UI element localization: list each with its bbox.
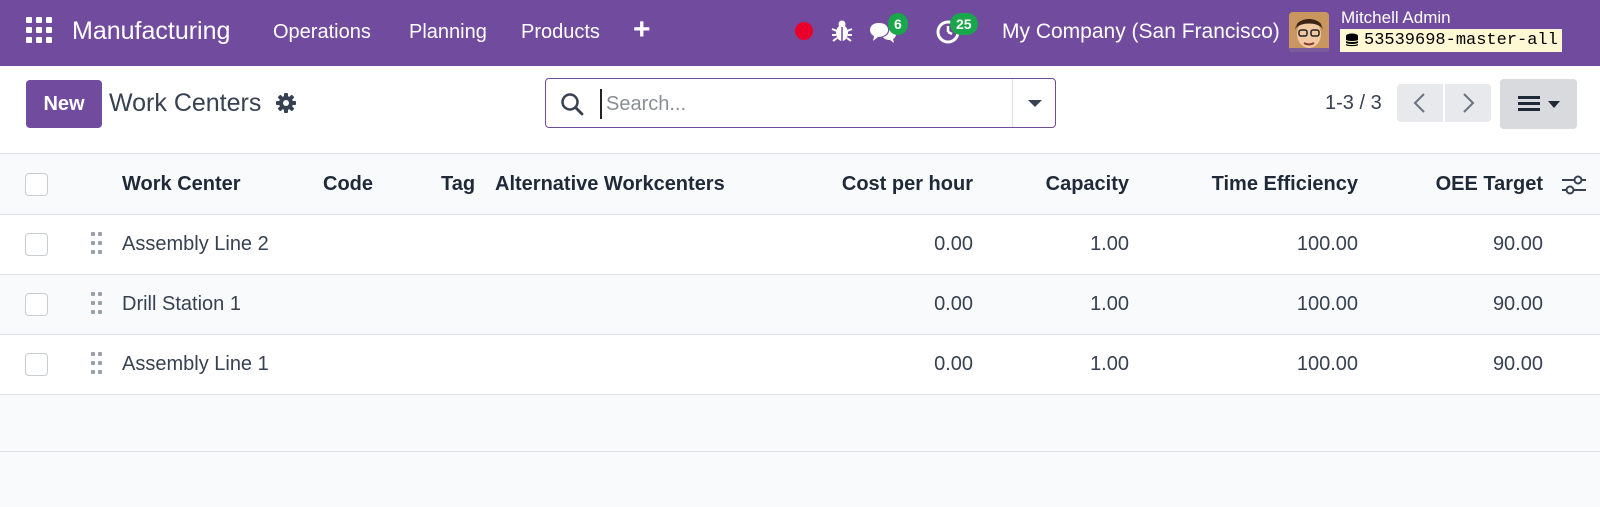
cell-work-center: Assembly Line 2 — [122, 233, 269, 255]
drag-handle-icon[interactable] — [91, 232, 103, 256]
pager-previous-button[interactable] — [1397, 84, 1443, 122]
search-options-toggle[interactable] — [1012, 79, 1055, 127]
record-dot-icon[interactable] — [795, 22, 813, 40]
column-header-capacity[interactable]: Capacity — [990, 155, 1129, 214]
cell-work-center: Drill Station 1 — [122, 293, 241, 315]
menu-planning[interactable]: Planning — [409, 19, 487, 45]
pager-next-button[interactable] — [1445, 84, 1491, 122]
column-header-alternative-workcenters[interactable]: Alternative Workcenters — [495, 155, 725, 214]
new-button[interactable]: New — [26, 80, 102, 128]
optional-columns-icon[interactable] — [1562, 174, 1586, 196]
row-checkbox[interactable] — [25, 233, 48, 256]
cell-oee-target: 90.00 — [1492, 293, 1543, 315]
avatar[interactable] — [1289, 12, 1329, 52]
cell-time-efficiency: 100.00 — [1296, 353, 1358, 375]
activity-count-badge: 25 — [950, 13, 978, 35]
page-title: Work Centers — [109, 89, 262, 117]
app-name[interactable]: Manufacturing — [72, 15, 230, 47]
cell-capacity: 1.00 — [1090, 233, 1129, 255]
column-header-time-efficiency[interactable]: Time Efficiency — [1150, 155, 1358, 214]
cell-work-center: Assembly Line 1 — [122, 353, 269, 375]
column-header-cost-per-hour[interactable]: Cost per hour — [740, 155, 973, 214]
user-name[interactable]: Mitchell Admin — [1341, 8, 1451, 28]
column-header-tag[interactable]: Tag — [441, 155, 475, 214]
database-icon — [1345, 33, 1359, 47]
table-row[interactable]: Assembly Line 1 0.00 1.00 100.00 90.00 — [0, 335, 1600, 395]
column-header-code[interactable]: Code — [323, 155, 373, 214]
cell-time-efficiency: 100.00 — [1296, 293, 1358, 315]
cell-time-efficiency: 100.00 — [1296, 233, 1358, 255]
row-checkbox[interactable] — [25, 353, 48, 376]
cell-cost-per-hour: 0.00 — [934, 233, 973, 255]
cell-cost-per-hour: 0.00 — [934, 353, 973, 375]
table-empty-area — [0, 396, 1600, 452]
cell-oee-target: 90.00 — [1492, 353, 1543, 375]
list-view-icon — [1518, 96, 1540, 111]
search-box — [545, 78, 1056, 128]
menu-operations[interactable]: Operations — [273, 19, 371, 45]
bug-icon[interactable] — [831, 19, 853, 43]
row-checkbox[interactable] — [25, 293, 48, 316]
drag-handle-icon[interactable] — [91, 352, 103, 376]
gear-icon[interactable] — [276, 93, 296, 113]
select-all-checkbox[interactable] — [25, 173, 48, 196]
apps-grid-icon[interactable] — [26, 17, 56, 47]
company-switcher[interactable]: My Company (San Francisco) — [1002, 19, 1280, 45]
database-name: 53539698-master-all — [1364, 31, 1558, 50]
caret-down-icon — [1548, 101, 1560, 108]
plus-icon[interactable]: + — [633, 14, 651, 46]
table-row[interactable]: Drill Station 1 0.00 1.00 100.00 90.00 — [0, 275, 1600, 335]
database-tag: 53539698-master-all — [1340, 29, 1562, 52]
column-header-oee-target[interactable]: OEE Target — [1380, 155, 1543, 214]
chevron-right-icon — [1463, 93, 1475, 113]
work-centers-table: Work Center Code Tag Alternative Workcen… — [0, 155, 1600, 395]
cell-cost-per-hour: 0.00 — [934, 293, 973, 315]
column-header-work-center[interactable]: Work Center — [122, 155, 241, 214]
cell-capacity: 1.00 — [1090, 353, 1129, 375]
chat-count-badge: 6 — [888, 13, 908, 35]
control-panel: New Work Centers 1-3 / 3 — [0, 66, 1600, 154]
top-navbar: Manufacturing Operations Planning Produc… — [0, 0, 1600, 66]
table-header-row: Work Center Code Tag Alternative Workcen… — [0, 155, 1600, 215]
menu-products[interactable]: Products — [521, 19, 600, 45]
view-switcher-button[interactable] — [1500, 79, 1577, 129]
cell-oee-target: 90.00 — [1492, 233, 1543, 255]
cell-capacity: 1.00 — [1090, 293, 1129, 315]
search-input[interactable] — [600, 89, 990, 119]
drag-handle-icon[interactable] — [91, 292, 103, 316]
pager-value[interactable]: 1-3 / 3 — [1325, 90, 1382, 116]
table-row[interactable]: Assembly Line 2 0.00 1.00 100.00 90.00 — [0, 215, 1600, 275]
chevron-left-icon — [1413, 93, 1425, 113]
search-icon[interactable] — [560, 92, 584, 116]
